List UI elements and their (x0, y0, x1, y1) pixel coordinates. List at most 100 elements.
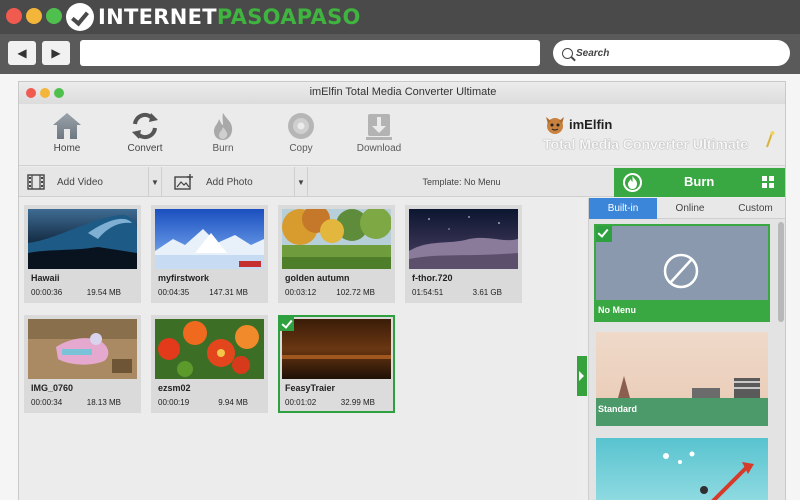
panel-scrollbar[interactable] (778, 222, 784, 322)
maximize-window-button[interactable] (46, 8, 62, 24)
video-size: 9.94 MB (218, 398, 248, 407)
video-duration: 00:00:34 (31, 398, 63, 407)
search-input[interactable]: Search (553, 40, 790, 66)
video-card[interactable]: golden autumn 00:03:12 102.72 MB (278, 205, 395, 303)
video-card[interactable]: ezsm02 00:00:19 9.94 MB (151, 315, 268, 413)
back-button[interactable]: ◀ (8, 41, 36, 65)
video-thumbnail (282, 319, 391, 379)
convert-label: Convert (127, 143, 163, 154)
video-duration: 00:04:35 (158, 288, 190, 297)
tab-online[interactable]: Online (657, 198, 723, 219)
add-video-label: Add Video (57, 176, 103, 188)
burn-settings-icon[interactable] (762, 176, 774, 189)
film-icon (27, 174, 45, 190)
convert-icon (132, 112, 158, 140)
copy-button[interactable]: Copy (266, 110, 336, 154)
video-duration: 00:00:19 (158, 398, 190, 407)
search-icon (562, 47, 573, 59)
template-label: Standard (598, 404, 638, 414)
video-size: 19.54 MB (86, 288, 121, 297)
home-icon (53, 113, 81, 139)
template-third[interactable] (594, 436, 770, 500)
main-toolbar: Home Convert Burn Copy Download imElfin … (19, 104, 785, 166)
template-standard[interactable]: Standard (594, 330, 770, 428)
burn-flame-icon (623, 173, 642, 192)
video-card[interactable]: IMG_0760 00:00:34 18.13 MB (24, 315, 141, 413)
download-button[interactable]: Download (344, 110, 414, 154)
elfin-mascot-icon (546, 117, 564, 134)
wand-icon (766, 131, 775, 148)
burn-label: Burn (684, 174, 715, 189)
video-name: FeasyTraier (285, 383, 336, 393)
video-name: ezsm02 (158, 383, 191, 393)
panel-toggle-button[interactable] (577, 356, 587, 396)
disc-icon (288, 113, 314, 139)
browser-toolbar: ◀ ▶ Search (0, 34, 800, 74)
video-thumbnail (282, 209, 391, 269)
home-button[interactable]: Home (32, 110, 102, 154)
template-label: No Menu (598, 305, 636, 315)
video-card[interactable]: f-thor.720 01:54:51 3.61 GB (405, 205, 522, 303)
tab-built-in[interactable]: Built-in (589, 198, 657, 219)
template-panel: Built-in Online Custom No Menu Standard (588, 198, 785, 500)
video-name: Hawaii (31, 273, 60, 283)
video-card-selected[interactable]: FeasyTraier 00:01:02 32.99 MB (278, 315, 395, 413)
app-titlebar: imElfin Total Media Converter Ultimate (19, 82, 785, 104)
template-status: Template: No Menu (422, 177, 501, 187)
video-size: 147.31 MB (209, 288, 248, 297)
video-duration: 00:00:36 (31, 288, 63, 297)
no-menu-icon (663, 253, 699, 289)
selected-checkmark-icon (596, 226, 612, 242)
app-window: imElfin Total Media Converter Ultimate H… (18, 81, 786, 500)
video-size: 102.72 MB (336, 288, 375, 297)
burn-button[interactable]: Burn (614, 168, 785, 197)
video-size: 3.61 GB (472, 288, 502, 297)
template-no-menu[interactable]: No Menu (594, 224, 770, 322)
video-card[interactable]: myfirstwork 00:04:35 147.31 MB (151, 205, 268, 303)
template-tabs: Built-in Online Custom (589, 198, 785, 219)
video-thumbnail (155, 319, 264, 379)
site-logo[interactable]: INTERNET PASOAPASO (66, 3, 361, 31)
selected-checkmark-icon (280, 317, 294, 331)
copy-label: Copy (289, 143, 313, 154)
home-label: Home (53, 143, 81, 154)
video-thumbnail (155, 209, 264, 269)
add-photo-button[interactable]: Add Photo (174, 167, 294, 197)
download-icon (366, 114, 392, 140)
close-window-button[interactable] (6, 8, 22, 24)
forward-button[interactable]: ▶ (42, 41, 70, 65)
video-card[interactable]: Hawaii 00:00:36 19.54 MB (24, 205, 141, 303)
chevron-down-icon: ▼ (151, 177, 159, 187)
burn-tool-button[interactable]: Burn (188, 110, 258, 154)
video-size: 18.13 MB (86, 398, 121, 407)
template-preview (596, 438, 768, 500)
video-thumbnail (409, 209, 518, 269)
video-duration: 00:03:12 (285, 288, 317, 297)
add-video-button[interactable]: Add Video (27, 167, 149, 197)
checkmark-logo-icon (66, 3, 94, 31)
burn-tool-label: Burn (212, 143, 234, 154)
video-size: 32.99 MB (340, 398, 375, 407)
video-thumbnail (28, 209, 137, 269)
video-duration: 01:54:51 (412, 288, 444, 297)
video-name: myfirstwork (158, 273, 210, 283)
video-thumbnail (28, 319, 137, 379)
back-arrow-icon: ◀ (17, 46, 27, 60)
download-label: Download (356, 143, 402, 154)
add-video-dropdown[interactable]: ▼ (148, 167, 162, 197)
logo-name: imElfin (569, 117, 613, 132)
add-photo-dropdown[interactable]: ▼ (294, 167, 308, 197)
video-name: f-thor.720 (412, 273, 453, 283)
search-placeholder: Search (576, 47, 610, 59)
address-bar[interactable] (80, 40, 540, 66)
brand-text-part2: PASOAPASO (216, 5, 361, 29)
forward-arrow-icon: ▶ (51, 46, 61, 60)
add-photo-icon (174, 174, 193, 190)
app-title: imElfin Total Media Converter Ultimate (309, 86, 497, 98)
convert-button[interactable]: Convert (110, 110, 180, 154)
video-list: Hawaii 00:00:36 19.54 MB myfirstwork 00:… (19, 198, 577, 500)
tab-custom[interactable]: Custom (723, 198, 785, 219)
chevron-down-icon: ▼ (297, 177, 305, 187)
minimize-window-button[interactable] (26, 8, 42, 24)
imelfin-logo: imElfin Total Media Converter Ultimate (539, 114, 779, 159)
